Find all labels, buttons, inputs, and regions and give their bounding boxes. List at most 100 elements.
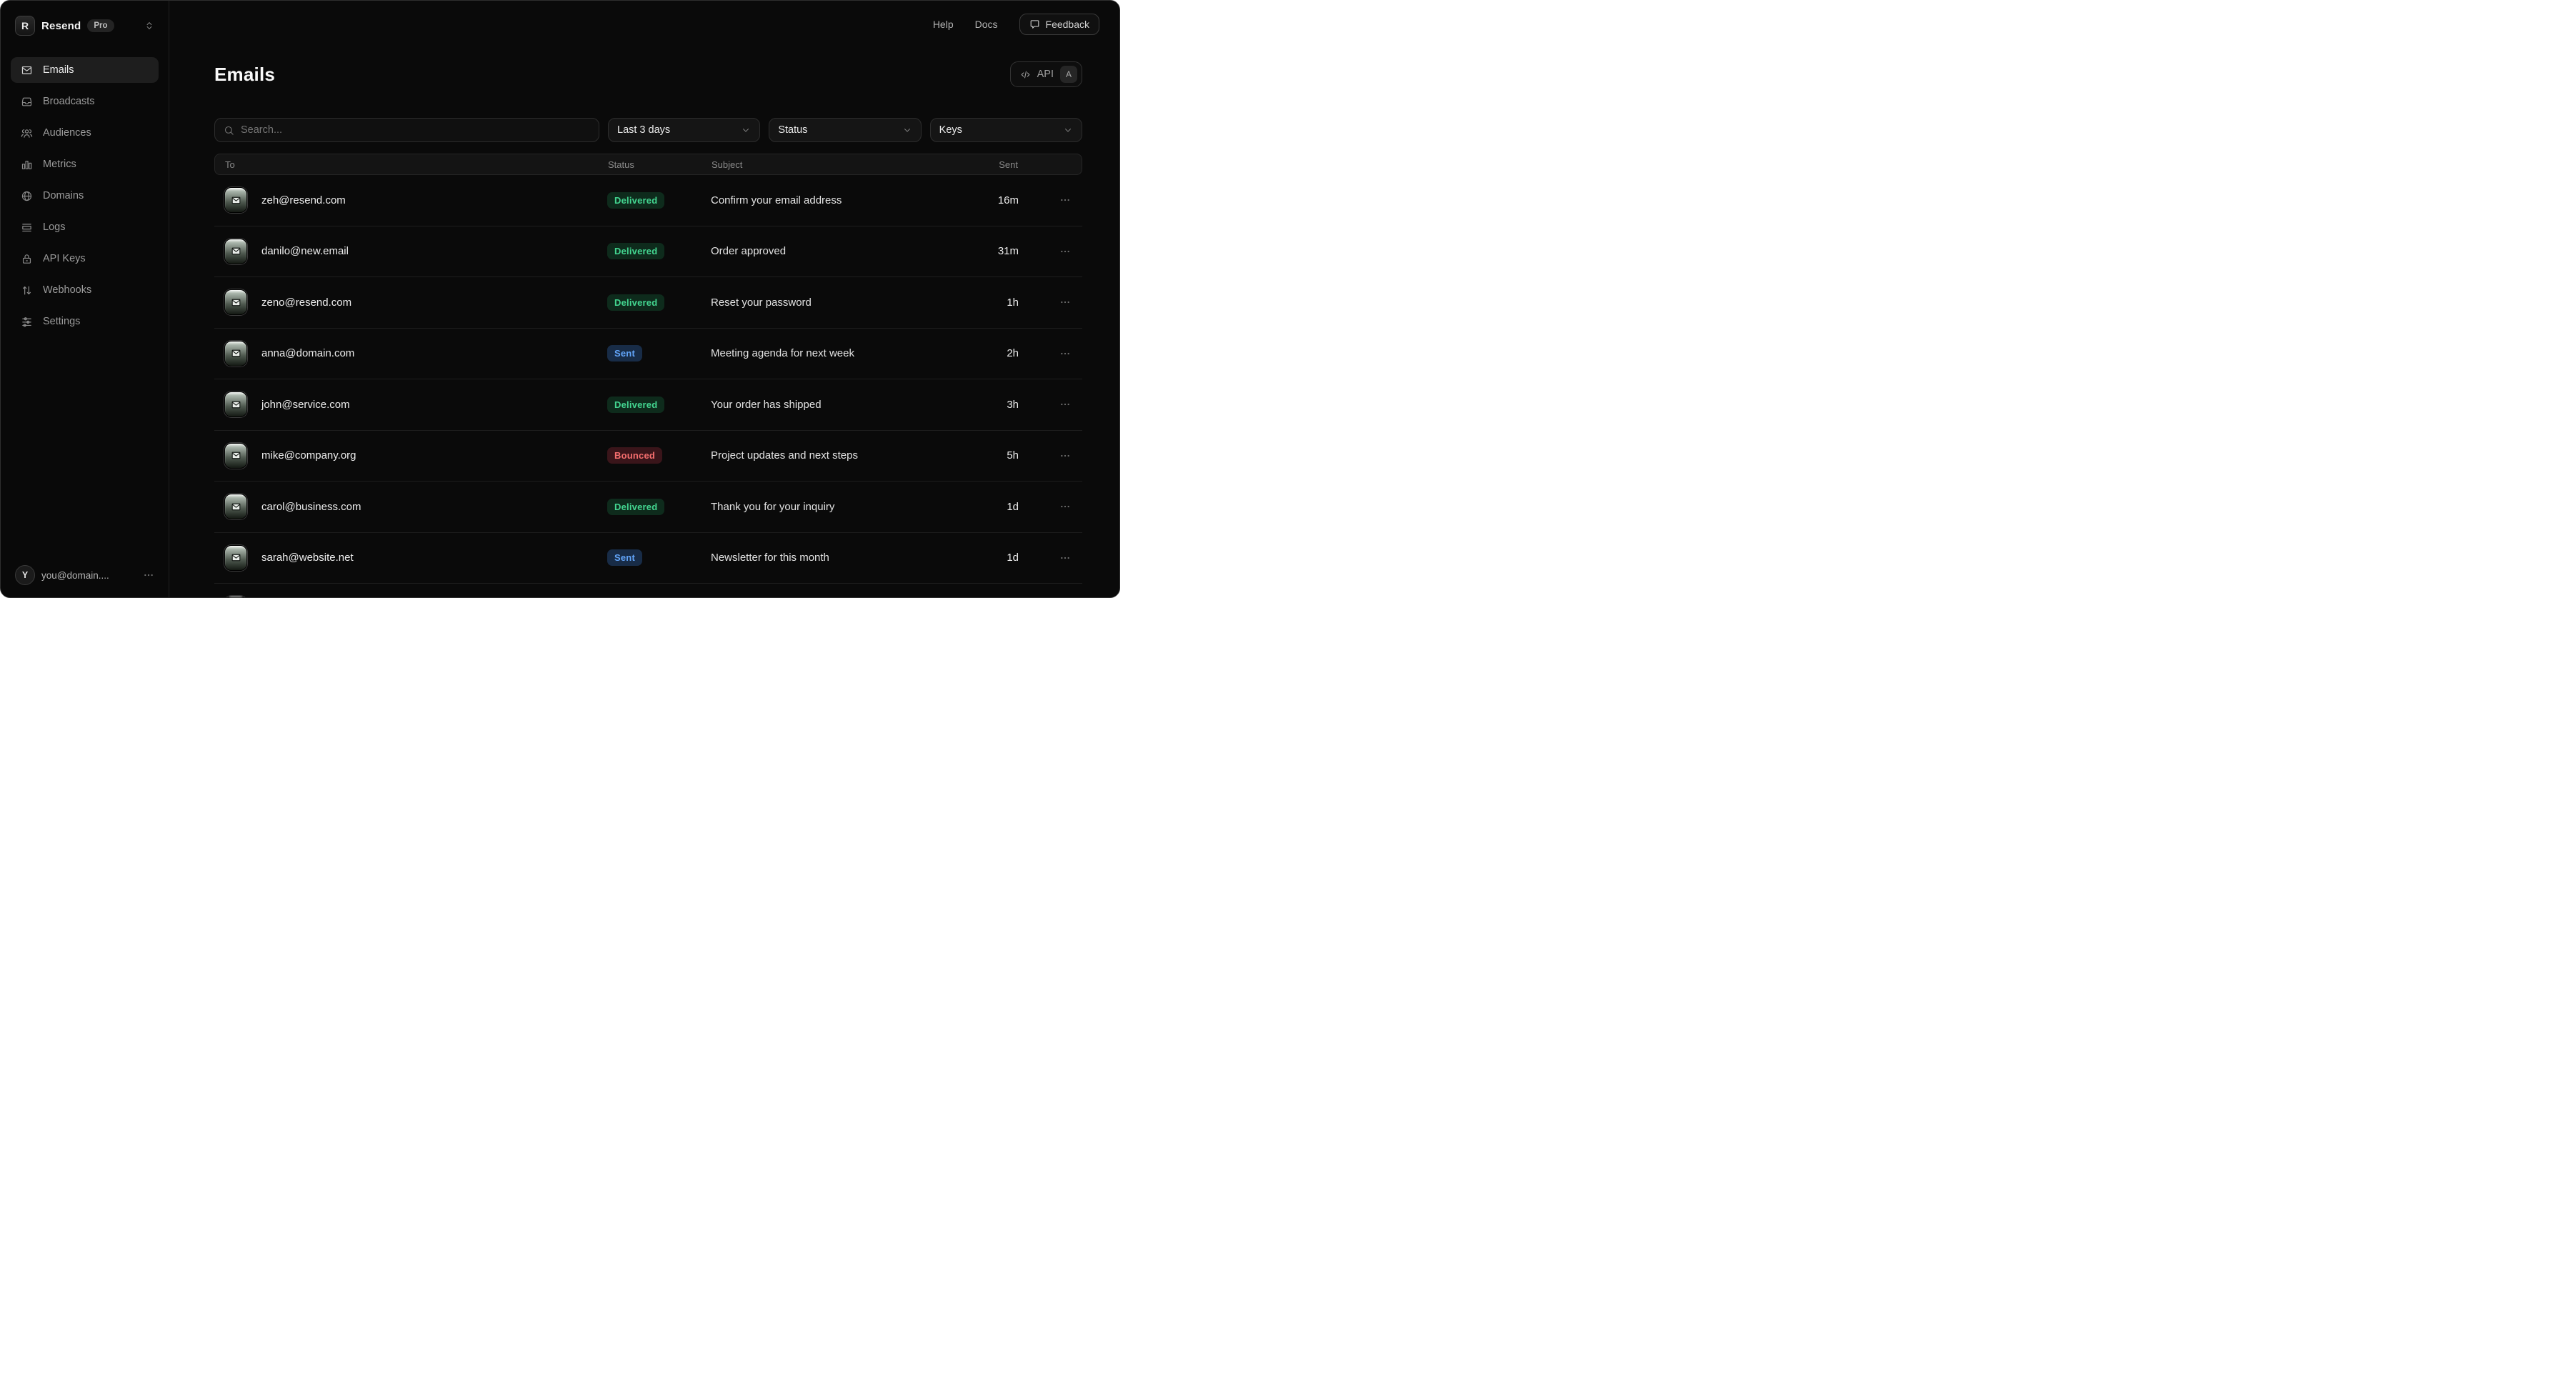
- date-range-value: Last 3 days: [617, 124, 670, 136]
- mail-preview-icon[interactable]: [224, 187, 247, 213]
- api-button[interactable]: API A: [1010, 61, 1082, 87]
- row-to: mike@company.org: [261, 449, 607, 462]
- row-subject: Newsletter for this month: [711, 552, 954, 564]
- globe-icon: [21, 190, 33, 202]
- resend-logo: R: [15, 16, 35, 36]
- sidebar-item-metrics[interactable]: Metrics: [11, 151, 159, 177]
- row-sent: 3h: [954, 399, 1019, 411]
- plan-badge: Pro: [87, 19, 114, 32]
- user-account[interactable]: Y you@domain....: [11, 564, 159, 586]
- mail-preview-icon[interactable]: [224, 443, 247, 469]
- mail-preview-icon[interactable]: [224, 289, 247, 315]
- search-box[interactable]: [214, 118, 599, 142]
- row-to: zeh@resend.com: [261, 194, 607, 206]
- row-sent: 2h: [954, 347, 1019, 359]
- feedback-button[interactable]: Feedback: [1019, 14, 1099, 35]
- keys-dropdown[interactable]: Keys: [930, 118, 1082, 142]
- sidebar-item-label: Settings: [43, 316, 80, 327]
- table-row[interactable]: carol@business.com Delivered Thank you f…: [214, 482, 1082, 533]
- settings-icon: [21, 316, 33, 328]
- mail-preview-icon[interactable]: [224, 341, 247, 367]
- sidebar-item-emails[interactable]: Emails: [11, 57, 159, 83]
- row-menu-icon[interactable]: [1019, 246, 1072, 257]
- status-dropdown[interactable]: Status: [769, 118, 921, 142]
- ellipsis-icon[interactable]: [143, 569, 154, 581]
- metrics-icon: [21, 159, 33, 171]
- mail-preview-icon[interactable]: [224, 239, 247, 264]
- sidebar-item-logs[interactable]: Logs: [11, 214, 159, 240]
- row-menu-icon[interactable]: [1019, 501, 1072, 512]
- audiences-icon: [21, 127, 33, 139]
- status-badge: Delivered: [607, 294, 664, 311]
- row-subject: Meeting agenda for next week: [711, 347, 954, 359]
- row-menu-icon[interactable]: [1019, 296, 1072, 308]
- status-badge: Delivered: [607, 243, 664, 259]
- mail-preview-icon[interactable]: [224, 545, 247, 571]
- help-link[interactable]: Help: [933, 19, 954, 30]
- chevron-down-icon: [741, 125, 751, 135]
- row-to: sarah@website.net: [261, 552, 607, 564]
- broadcast-icon: [21, 96, 33, 108]
- code-icon: [1020, 69, 1031, 80]
- row-menu-icon[interactable]: [1019, 194, 1072, 206]
- api-button-label: API: [1037, 69, 1054, 80]
- org-switcher[interactable]: R Resend Pro: [11, 16, 159, 36]
- status-badge: Delivered: [607, 397, 664, 413]
- table-row[interactable]: sarah@website.net Sent Newsletter for th…: [214, 533, 1082, 584]
- user-email: you@domain....: [41, 570, 109, 581]
- sidebar-item-webhooks[interactable]: Webhooks: [11, 277, 159, 303]
- row-menu-icon[interactable]: [1019, 399, 1072, 410]
- app-window: R Resend Pro Emails Broadcasts Audiences…: [0, 0, 1120, 598]
- chevron-down-icon: [902, 125, 912, 135]
- emails-table: To Status Subject Sent zeh@resend.com De…: [214, 154, 1082, 598]
- sidebar-item-broadcasts[interactable]: Broadcasts: [11, 89, 159, 114]
- table-row[interactable]: danilo@new.email Delivered Order approve…: [214, 226, 1082, 278]
- main-area: Help Docs Feedback Emails API A: [169, 1, 1119, 597]
- mail-icon: [21, 64, 33, 76]
- search-input[interactable]: [241, 124, 590, 136]
- table-header: To Status Subject Sent: [214, 154, 1082, 175]
- sidebar-item-label: Metrics: [43, 159, 76, 170]
- chevron-down-icon: [1063, 125, 1073, 135]
- sidebar-item-domains[interactable]: Domains: [11, 183, 159, 209]
- sidebar-item-api-keys[interactable]: API Keys: [11, 246, 159, 271]
- column-header-status: Status: [608, 159, 712, 170]
- row-sent: 1d: [954, 552, 1019, 564]
- sidebar-item-label: Emails: [43, 64, 74, 76]
- mail-preview-icon[interactable]: [224, 494, 247, 519]
- status-badge: Sent: [607, 345, 642, 362]
- table-row[interactable]: mike@company.org Bounced Project updates…: [214, 431, 1082, 482]
- docs-link[interactable]: Docs: [975, 19, 998, 30]
- date-range-dropdown[interactable]: Last 3 days: [608, 118, 760, 142]
- row-sent: 1h: [954, 296, 1019, 309]
- row-menu-icon[interactable]: [1019, 552, 1072, 564]
- webhooks-icon: [21, 284, 33, 296]
- table-row[interactable]: zeno@resend.com Delivered Reset your pas…: [214, 277, 1082, 329]
- table-row[interactable]: zeh@resend.com Delivered Confirm your em…: [214, 175, 1082, 226]
- feedback-label: Feedback: [1046, 19, 1089, 30]
- mail-preview-icon[interactable]: [224, 392, 247, 417]
- row-sent: 31m: [954, 245, 1019, 257]
- column-header-to: To: [225, 159, 608, 170]
- mail-preview-icon[interactable]: [224, 596, 247, 598]
- table-row[interactable]: john@service.com Delivered Your order ha…: [214, 379, 1082, 431]
- row-sent: 5h: [954, 449, 1019, 462]
- status-badge: Bounced: [607, 447, 662, 464]
- row-subject: Your order has shipped: [711, 399, 954, 411]
- row-to: zeno@resend.com: [261, 296, 607, 309]
- row-to: anna@domain.com: [261, 347, 607, 359]
- row-to: john@service.com: [261, 399, 607, 411]
- chevrons-up-down-icon[interactable]: [144, 21, 154, 31]
- row-menu-icon[interactable]: [1019, 450, 1072, 462]
- sidebar-item-audiences[interactable]: Audiences: [11, 120, 159, 146]
- status-badge: Sent: [607, 549, 642, 566]
- table-row[interactable]: Delivered: [214, 584, 1082, 598]
- row-to: carol@business.com: [261, 501, 607, 513]
- row-menu-icon[interactable]: [1019, 348, 1072, 359]
- table-row[interactable]: anna@domain.com Sent Meeting agenda for …: [214, 329, 1082, 380]
- chat-bubble-icon: [1029, 19, 1040, 30]
- sidebar-item-label: Audiences: [43, 127, 91, 139]
- sidebar-item-settings[interactable]: Settings: [11, 309, 159, 334]
- sidebar-item-label: Logs: [43, 221, 65, 233]
- lock-icon: [21, 253, 33, 265]
